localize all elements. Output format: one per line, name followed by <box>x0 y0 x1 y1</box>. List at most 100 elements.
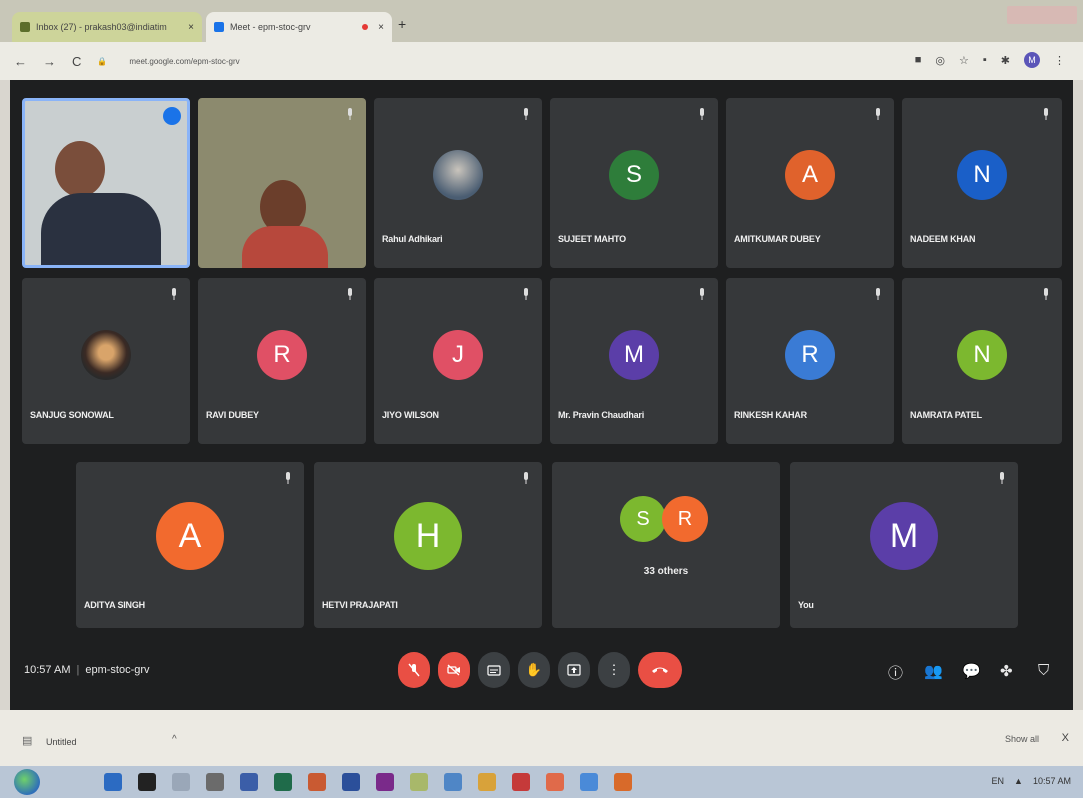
raise-hand-button[interactable]: ✋ <box>518 652 550 688</box>
participant-tile[interactable]: SANJUG SONOWAL <box>22 278 190 444</box>
app-icon[interactable] <box>410 773 428 791</box>
tab-meet[interactable]: Meet - epm-stoc-grv × <box>206 12 392 42</box>
app-icon[interactable] <box>308 773 326 791</box>
participant-name: RINKESH KAHAR <box>734 410 807 420</box>
participant-tile[interactable]: M Mr. Pravin Chaudhari <box>550 278 718 444</box>
participant-name: SUJEET MAHTO <box>558 234 626 244</box>
start-button[interactable] <box>14 769 40 795</box>
back-button[interactable]: ← <box>14 54 27 69</box>
camera-icon[interactable]: ■ <box>915 54 922 66</box>
participant-avatar: J <box>433 330 483 380</box>
app-icon[interactable] <box>342 773 360 791</box>
participant-avatar: N <box>957 150 1007 200</box>
mic-off-icon <box>876 288 880 300</box>
participant-video-body <box>242 226 328 268</box>
media-icon[interactable] <box>138 773 156 791</box>
url-field[interactable]: meet.google.com/epm-stoc-grv <box>129 57 239 66</box>
more-options-button[interactable]: ⋮ <box>598 652 630 688</box>
mic-off-icon <box>524 472 528 484</box>
menu-icon[interactable]: ⋮ <box>1054 54 1065 67</box>
participant-tile[interactable] <box>22 98 190 268</box>
participant-avatar: S <box>620 496 666 542</box>
meet-favicon-icon <box>214 22 224 32</box>
participant-avatar: M <box>870 502 938 570</box>
present-button[interactable] <box>558 652 590 688</box>
network-icon[interactable]: ▲ <box>1014 776 1023 786</box>
chrome-icon[interactable] <box>614 773 632 791</box>
app-icon[interactable] <box>444 773 462 791</box>
chrome-icon[interactable] <box>580 773 598 791</box>
tab-title: Meet - epm-stoc-grv <box>230 22 311 32</box>
download-menu-chevron-icon[interactable]: ^ <box>172 734 177 745</box>
ie-icon[interactable] <box>104 773 122 791</box>
tab-gmail[interactable]: Inbox (27) - prakash03@indiatim × <box>12 12 202 42</box>
participant-tile[interactable]: H HETVI PRAJAPATI <box>314 462 542 628</box>
chat-icon[interactable]: 💬 <box>962 662 981 680</box>
app-icon[interactable] <box>376 773 394 791</box>
participant-tile[interactable]: A AMITKUMAR DUBEY <box>726 98 894 268</box>
participant-tile[interactable]: R RINKESH KAHAR <box>726 278 894 444</box>
people-icon[interactable]: 👥 <box>924 662 943 680</box>
app-icon[interactable] <box>274 773 292 791</box>
profile-photo <box>433 150 483 200</box>
show-all-button[interactable]: Show all <box>1005 734 1039 744</box>
hang-up-icon <box>652 667 668 673</box>
participant-tile[interactable]: R RAVI DUBEY <box>198 278 366 444</box>
participant-avatar: R <box>257 330 307 380</box>
puzzle-icon[interactable]: ✱ <box>1001 54 1010 67</box>
meet-grid: Rahul Adhikari S SUJEET MAHTO A AMITKUMA… <box>10 80 1073 710</box>
close-tab-icon[interactable]: × <box>188 22 194 33</box>
new-tab-button[interactable]: + <box>398 16 406 32</box>
participant-tile[interactable]: N NADEEM KHAN <box>902 98 1062 268</box>
mic-off-icon <box>700 108 704 120</box>
mic-off-icon <box>348 288 352 300</box>
participant-name: NAMRATA PATEL <box>910 410 982 420</box>
camera-toggle-button[interactable] <box>438 652 470 688</box>
reload-button[interactable]: C <box>72 54 81 69</box>
file-icon: ▤ <box>22 735 33 747</box>
clock[interactable]: 10:57 AM <box>1033 776 1071 786</box>
participant-name: JIYO WILSON <box>382 410 439 420</box>
profile-avatar[interactable]: M <box>1024 52 1040 68</box>
star-icon[interactable]: ☆ <box>959 54 969 67</box>
explorer-icon[interactable] <box>172 773 190 791</box>
activities-icon[interactable]: ✤ <box>1000 662 1013 680</box>
participant-tile[interactable]: J JIYO WILSON <box>374 278 542 444</box>
info-icon[interactable]: ⓘ <box>888 662 903 683</box>
self-tile[interactable]: M You <box>790 462 1018 628</box>
windows-taskbar: EN ▲ 10:57 AM <box>0 766 1083 798</box>
chrome-icon[interactable] <box>478 773 496 791</box>
mic-off-icon <box>1000 472 1004 484</box>
participant-tile[interactable]: N NAMRATA PATEL <box>902 278 1062 444</box>
participant-tile[interactable] <box>198 98 366 268</box>
window-controls[interactable] <box>1007 6 1077 24</box>
app-icon[interactable] <box>206 773 224 791</box>
participant-avatar: A <box>785 150 835 200</box>
participant-tile[interactable]: Rahul Adhikari <box>374 98 542 268</box>
close-tab-icon[interactable]: × <box>378 22 384 33</box>
profile-photo <box>81 330 131 380</box>
app-icon[interactable] <box>512 773 530 791</box>
leave-call-button[interactable] <box>638 652 682 688</box>
participant-tile[interactable]: A ADITYA SINGH <box>76 462 304 628</box>
language-indicator[interactable]: EN <box>992 776 1005 786</box>
captions-button[interactable] <box>478 652 510 688</box>
forward-button[interactable]: → <box>43 54 56 69</box>
close-download-bar-button[interactable]: X <box>1062 732 1069 744</box>
meeting-code: epm-stoc-grv <box>85 664 150 676</box>
extension-icon[interactable]: ▪ <box>983 54 987 66</box>
opera-icon[interactable] <box>240 773 258 791</box>
others-tile[interactable]: S R 33 others <box>552 462 780 628</box>
location-icon[interactable]: ◎ <box>935 54 945 67</box>
participant-avatar: S <box>609 150 659 200</box>
mic-toggle-button[interactable] <box>398 652 430 688</box>
mic-off-icon <box>700 288 704 300</box>
participant-name: You <box>798 600 814 610</box>
download-file-name[interactable]: Untitled <box>46 737 77 747</box>
mic-off-icon <box>876 108 880 120</box>
app-icon[interactable] <box>546 773 564 791</box>
participant-tile[interactable]: S SUJEET MAHTO <box>550 98 718 268</box>
lock-icon: 🔒 <box>97 56 108 66</box>
hand-icon: ✋ <box>525 662 543 677</box>
host-controls-icon[interactable]: ⛉ <box>1038 662 1049 679</box>
